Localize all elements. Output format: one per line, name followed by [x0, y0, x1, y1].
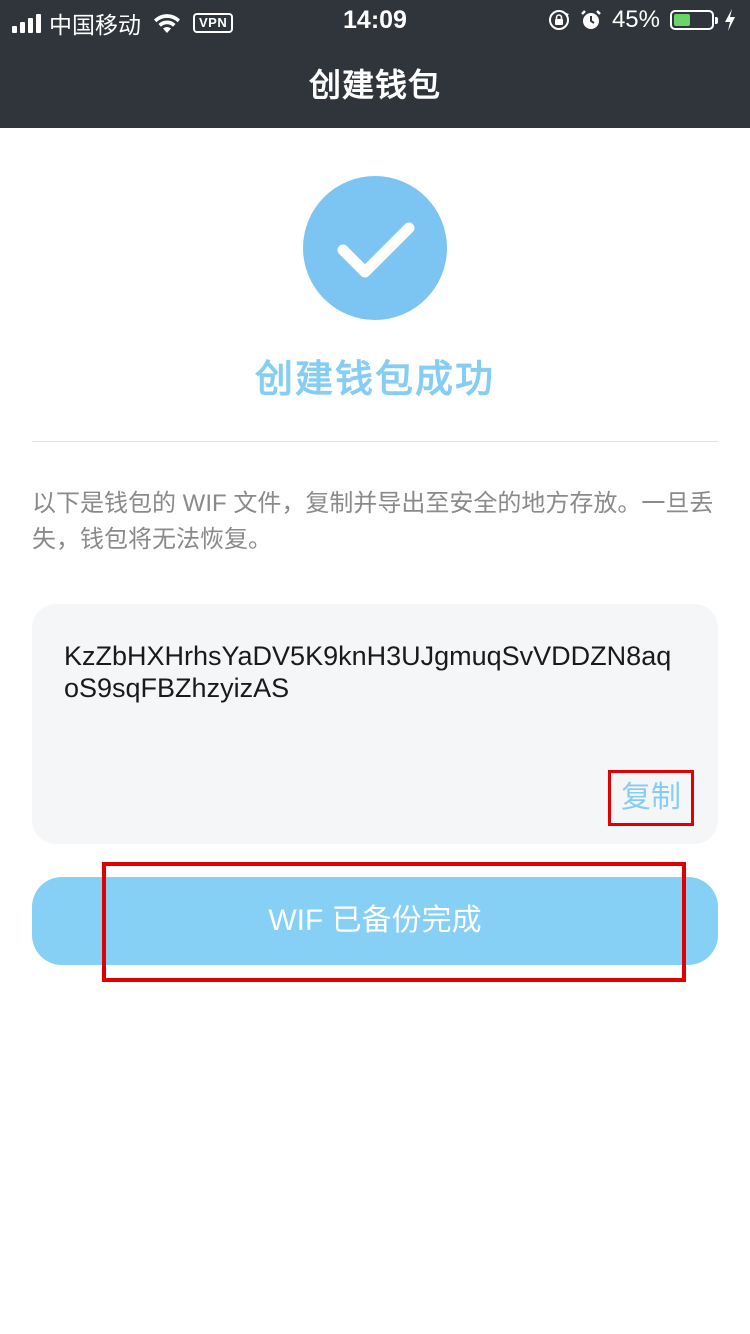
success-badge	[303, 176, 447, 320]
success-title: 创建钱包成功	[254, 359, 495, 401]
charging-icon	[725, 9, 735, 31]
wif-backup-done-button[interactable]: WIF 已备份完成	[32, 877, 718, 965]
checkmark-icon	[337, 222, 415, 278]
divider	[32, 441, 718, 442]
battery-icon	[670, 10, 718, 30]
app-header: 中国移动 VPN 14:09 45% 创建钱包	[0, 0, 750, 128]
carrier-name: 中国移动	[49, 12, 141, 38]
page-title: 创建钱包	[308, 67, 441, 103]
wif-key-text[interactable]: KzZbHXHrhsYaDV5K9knH3UJgmuqSvVDDZN8aqoS9…	[64, 640, 684, 704]
status-bar-left: 中国移动 VPN	[12, 6, 234, 40]
copy-button[interactable]: 复制	[608, 770, 694, 826]
vpn-badge: VPN	[193, 13, 234, 33]
status-bar-right: 45%	[548, 6, 736, 34]
wif-card: KzZbHXHrhsYaDV5K9knH3UJgmuqSvVDDZN8aqoS9…	[32, 604, 718, 844]
wifi-icon	[154, 14, 180, 33]
signal-icon	[12, 13, 41, 33]
battery-percent: 45%	[611, 6, 660, 33]
alarm-icon	[581, 10, 601, 29]
status-bar: 中国移动 VPN 14:09 45%	[0, 0, 750, 40]
rotation-lock-icon	[548, 10, 569, 30]
battery-level	[674, 14, 690, 26]
backup-notice: 以下是钱包的 WIF 文件，复制并导出至安全的地方存放。一旦丢失，钱包将无法恢复…	[32, 490, 714, 553]
